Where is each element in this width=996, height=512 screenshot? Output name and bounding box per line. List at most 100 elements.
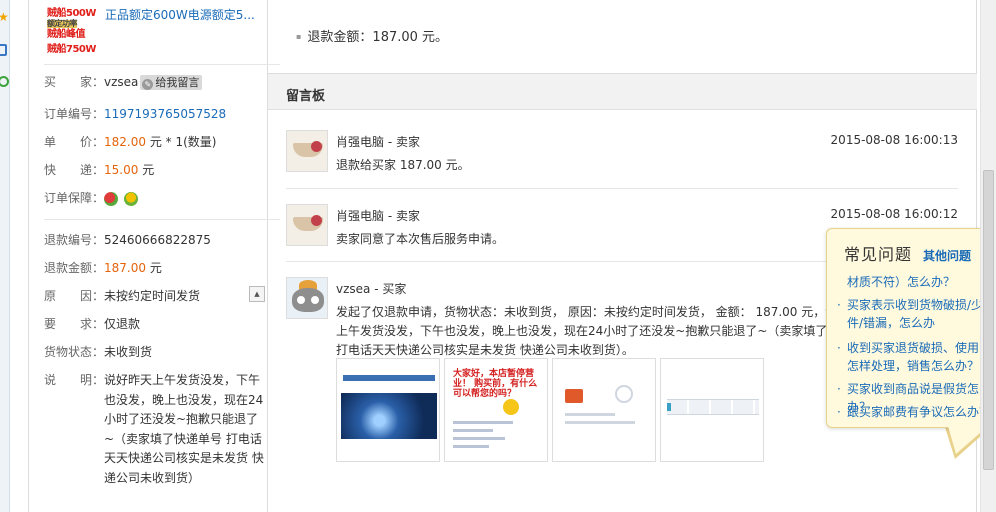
shipping-amount: 15.00 xyxy=(104,163,139,177)
message-item: 肖强电脑 - 卖家 2015-08-08 16:00:13 退款给买家 187.… xyxy=(286,130,958,190)
refund-amount-label: 退款金额： xyxy=(44,261,105,275)
guarantee-label: 订单保障： xyxy=(44,191,105,205)
shipping-label: 快 递： xyxy=(44,163,105,177)
attachment-image-3[interactable] xyxy=(552,358,656,462)
refund-description: 说好昨天上午发货没发，下午也没发，晚上也没发，现在24小时了还没发~抱歉只能退了… xyxy=(104,373,264,485)
a2-line xyxy=(453,437,505,440)
a2-line xyxy=(453,429,493,432)
price-row: 单 价： 182.00 元 * 1(数量) xyxy=(44,132,266,152)
refund-no-label: 退款编号： xyxy=(44,233,105,247)
goods-status-value: 未收到货 xyxy=(104,345,153,359)
a3-circle xyxy=(615,385,633,403)
thumb-text-3: 贼船峰值 xyxy=(47,29,86,40)
message-icon: ✎ xyxy=(142,79,154,90)
buyer-avatar xyxy=(286,277,328,319)
attachment-image-2[interactable]: 大家好，本店暂停营业！ 购买前，有什么可以帮您的吗？ xyxy=(444,358,548,462)
avatar-eye xyxy=(311,296,319,304)
a2-text: 大家好，本店暂停营业！ 购买前，有什么可以帮您的吗？ xyxy=(453,369,538,399)
message-board-title: 留言板 xyxy=(286,89,326,104)
shipping-value: 15.00 元 xyxy=(104,160,154,180)
avatar-rose xyxy=(311,215,322,226)
seven-day-return-icon[interactable] xyxy=(104,192,118,206)
refund-amount-row: 退款金额： 187.00 元 xyxy=(44,258,266,278)
refund-amount-value: 187.00 元 xyxy=(104,258,162,278)
faq-more-link[interactable]: 其他问题 xyxy=(923,247,971,264)
guarantee-icons xyxy=(104,189,144,209)
message-time: 2015-08-08 16:00:13 xyxy=(830,133,958,147)
scrollbar-thumb[interactable] xyxy=(983,170,994,470)
faq-item[interactable]: 材质不符）怎么办？ xyxy=(847,273,996,291)
desc-label: 说 明： xyxy=(44,373,105,387)
message-text: 退款给买家 187.00 元。 xyxy=(336,158,470,172)
star-icon[interactable]: ★ xyxy=(0,10,10,24)
message-author: 肖强电脑 - 卖家 xyxy=(336,135,420,149)
a4-tag xyxy=(667,403,671,411)
order-info-panel: 贼船500W 额定功率 贼船峰值 贼船750W 正品额定600W电源额定5...… xyxy=(28,0,280,512)
refund-amount: 187.00 xyxy=(104,261,146,275)
product-title-link[interactable]: 正品额定600W电源额定5... xyxy=(105,6,265,23)
a4-table xyxy=(667,399,759,415)
faq-item[interactable]: 收到买家退货破损、使用，怎样处理，销售怎么办？ xyxy=(837,339,996,375)
buyer-name: vzsea xyxy=(104,75,139,89)
goods-status-row: 货物状态： 未收到货 xyxy=(44,342,266,362)
a2-line xyxy=(453,421,513,424)
order-no-link[interactable]: 1197193765057528 xyxy=(104,104,226,124)
a1-header xyxy=(343,375,435,381)
leave-message-button[interactable]: ✎ 给我留言 xyxy=(140,75,203,90)
refund-amount-suffix: 元 xyxy=(149,261,162,275)
message-text: 卖家同意了本次售后服务申请。 xyxy=(336,232,505,246)
a3-line xyxy=(565,421,635,424)
message-divider xyxy=(286,188,958,189)
message-author: 肖强电脑 - 卖家 xyxy=(336,209,420,223)
expand-toggle-icon[interactable]: ▲ xyxy=(249,286,265,302)
refund-result-box: 退款金额：187.00 元。 xyxy=(268,0,977,74)
message-author: vzsea - 买家 xyxy=(336,282,407,296)
product-thumbnail[interactable]: 贼船500W 额定功率 贼船峰值 贼船750W xyxy=(47,2,97,56)
buyer-row: 买 家： vzsea ✎ 给我留言 xyxy=(44,72,266,92)
faq-item[interactable]: 跟买家邮费有争议怎么办？ xyxy=(837,403,996,421)
vertical-scrollbar[interactable] xyxy=(980,0,996,512)
request-row: 要 求： 仅退款 xyxy=(44,314,266,334)
reason-row: 原 因： 未按约定时间发货 ▲ xyxy=(44,286,266,306)
left-tool-strip: ★ xyxy=(0,0,10,512)
seller-avatar xyxy=(286,130,328,172)
a3-line xyxy=(565,413,615,416)
refund-no-value: 52460666822875 xyxy=(104,233,211,247)
order-no-row: 订单编号： 1197193765057528 xyxy=(44,104,266,124)
message-time: 2015-08-08 16:00:12 xyxy=(830,207,958,221)
goods-status-label: 货物状态： xyxy=(44,345,105,359)
thumb-text-1: 贼船500W xyxy=(47,8,96,19)
order-no-label: 订单编号： xyxy=(44,107,105,121)
avatar-rose xyxy=(311,141,322,152)
refund-no-row: 退款编号： 52460666822875 xyxy=(44,230,266,250)
a2-emoticon xyxy=(503,399,519,415)
message-board-header: 留言板 xyxy=(268,74,977,110)
shipping-suffix: 元 xyxy=(142,163,155,177)
refund-result-text: 退款金额：187.00 元。 xyxy=(296,26,448,45)
price-value: 182.00 元 * 1(数量) xyxy=(104,132,216,152)
divider xyxy=(44,64,280,65)
request-value: 仅退款 xyxy=(104,317,141,331)
buyer-label: 买 家： xyxy=(44,75,105,89)
avatar-eye xyxy=(297,296,305,304)
leave-message-label: 给我留言 xyxy=(155,76,200,89)
faq-title: 常见问题 xyxy=(844,245,913,264)
shipping-row: 快 递： 15.00 元 xyxy=(44,160,266,180)
circle-arrow-icon[interactable] xyxy=(0,76,9,87)
reason-label: 原 因： xyxy=(44,289,105,303)
message-text: 发起了仅退款申请，货物状态：未收到货， 原因：未按约定时间发货， 金额： 187… xyxy=(336,305,876,357)
attachment-image-1[interactable] xyxy=(336,358,440,462)
divider xyxy=(44,219,280,220)
price-label: 单 价： xyxy=(44,135,105,149)
attachment-image-4[interactable] xyxy=(660,358,764,462)
guarantee-row: 订单保障： xyxy=(44,188,266,208)
refund-detail-page: ★ 贼船500W 额定功率 贼船峰值 贼船750W 正品额定600W电源额定5.… xyxy=(0,0,996,512)
window-icon[interactable] xyxy=(0,44,7,56)
request-label: 要 求： xyxy=(44,317,105,331)
price-amount: 182.00 xyxy=(104,135,146,149)
a3-box xyxy=(565,389,583,403)
a2-line xyxy=(453,445,489,448)
faq-item[interactable]: 买家表示收到货物破损/少件/错漏，怎么办 xyxy=(837,296,996,332)
thumb-text-4: 贼船750W xyxy=(47,44,96,55)
consumer-protection-icon[interactable] xyxy=(124,192,138,206)
